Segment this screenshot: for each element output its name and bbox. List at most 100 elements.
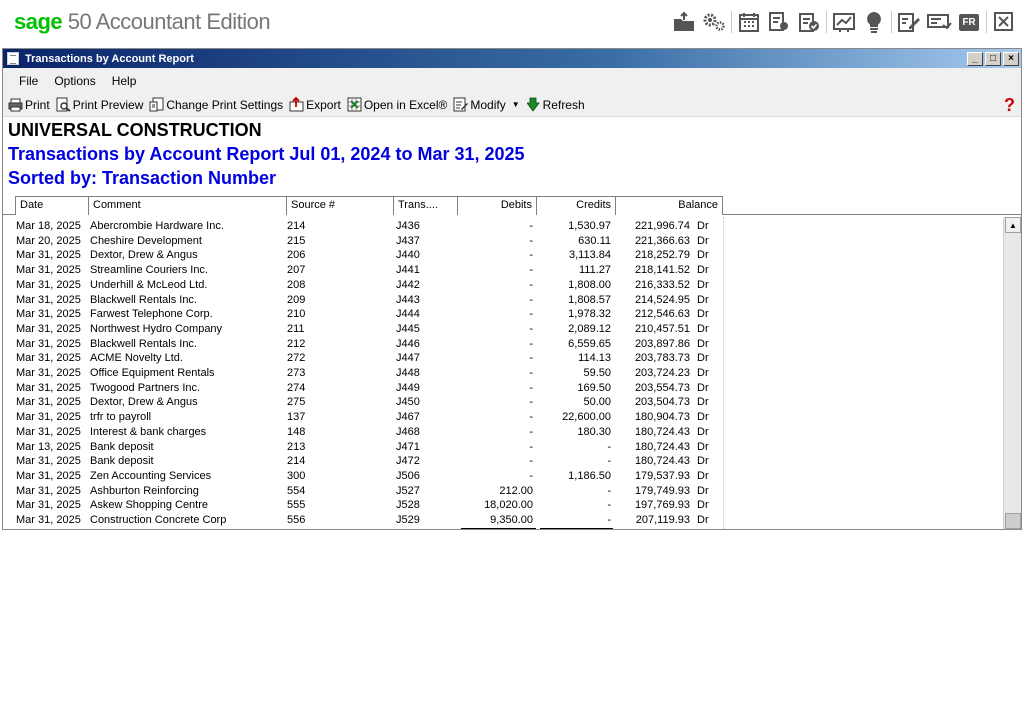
table-row[interactable]: Mar 13, 2025 Bank deposit 213 J471 - - 180,724… — [3, 440, 1001, 455]
cell-balance: 214,524.95 — [634, 293, 690, 306]
table-row[interactable]: Mar 31, 2025 trfr to payroll 137 J467 - 22,60… — [3, 410, 1001, 425]
check-icon[interactable] — [924, 8, 954, 36]
cell-comment: Farwest Telephone Corp. — [90, 308, 213, 321]
cell-comment: Bank deposit — [90, 455, 154, 468]
table-row[interactable]: Mar 31, 2025 Ashburton Reinforcing 554 J527… — [3, 484, 1001, 499]
report-sort: Sorted by: Transaction Number — [8, 168, 277, 188]
cell-balance: 180,724.43 — [634, 440, 690, 453]
chevron-down-icon[interactable]: ▼ — [512, 100, 520, 109]
modify-button[interactable]: Modify ▼ — [450, 97, 522, 112]
column-header-comment[interactable]: Comment — [88, 196, 287, 215]
cell-credits: - — [607, 499, 611, 512]
menu-options[interactable]: Options — [46, 74, 103, 88]
refresh-button[interactable]: Refresh — [523, 97, 588, 112]
cell-credits: 22,600.00 — [562, 411, 611, 424]
cell-credits: 180.30 — [577, 425, 611, 438]
cell-dr-cr: Dr — [697, 234, 709, 247]
menu-file[interactable]: File — [11, 74, 46, 88]
print-settings-icon — [149, 97, 164, 112]
cell-balance: 212,546.63 — [634, 308, 690, 321]
cell-date: Mar 31, 2025 — [16, 308, 81, 321]
cell-date: Mar 31, 2025 — [16, 278, 81, 291]
minimize-button[interactable]: _ — [967, 51, 983, 66]
gears-icon[interactable] — [699, 8, 729, 36]
cell-date: Mar 31, 2025 — [16, 367, 81, 379]
table-row[interactable]: Mar 31, 2025 Farwest Telephone Corp. 210 J4… — [3, 307, 1001, 322]
cell-source: 214 — [287, 455, 306, 468]
cell-dr-cr: Dr — [697, 308, 709, 321]
table-row[interactable]: Mar 31, 2025 Streamline Couriers Inc. 207 J… — [3, 263, 1001, 278]
cell-comment: Streamline Couriers Inc. — [90, 264, 208, 277]
cell-dr-cr: Dr — [697, 264, 709, 277]
table-row[interactable]: Mar 31, 2025 Blackwell Rentals Inc. 212 J44… — [3, 337, 1001, 352]
cell-trans: J436 — [396, 220, 420, 232]
cell-trans: J528 — [396, 499, 420, 512]
column-header-balance[interactable]: Balance — [615, 196, 723, 215]
table-row[interactable]: Mar 31, 2025 Zen Accounting Services 300 J5… — [3, 469, 1001, 484]
change-print-settings-button[interactable]: Change Print Settings — [146, 97, 286, 112]
cell-source: 556 — [287, 514, 306, 526]
close-button[interactable]: × — [1003, 51, 1019, 66]
cell-debits: - — [529, 220, 533, 232]
vertical-scrollbar[interactable]: ▲ — [1003, 217, 1021, 529]
table-row[interactable]: Mar 31, 2025 Interest & bank charges 148 J4… — [3, 425, 1001, 440]
cell-balance: 180,724.43 — [634, 425, 690, 438]
table-row[interactable]: Mar 31, 2025 Northwest Hydro Company 211 J4… — [3, 322, 1001, 337]
print-preview-button[interactable]: Print Preview — [53, 97, 147, 112]
cell-trans: J446 — [396, 337, 420, 350]
lightbulb-icon[interactable] — [859, 8, 889, 36]
cell-dr-cr: Dr — [697, 352, 709, 365]
table-row[interactable]: Mar 31, 2025 Dextor, Drew & Angus 275 J450 -… — [3, 395, 1001, 410]
cell-dr-cr: Dr — [697, 455, 709, 468]
cell-trans: J441 — [396, 264, 420, 277]
language-button[interactable]: FR — [954, 8, 984, 36]
cell-dr-cr: Dr — [697, 220, 709, 232]
cell-date: Mar 31, 2025 — [16, 322, 81, 335]
table-row[interactable]: Mar 31, 2025 Dextor, Drew & Angus 206 J440 -… — [3, 248, 1001, 263]
column-header-debits[interactable]: Debits — [457, 196, 537, 215]
print-button[interactable]: Print — [5, 97, 53, 112]
cell-balance: 203,554.73 — [634, 381, 690, 394]
table-row[interactable]: Mar 18, 2025 Abercrombie Hardware Inc. 214… — [3, 219, 1001, 234]
open-in-excel-label: Open in Excel® — [363, 97, 448, 112]
table-row[interactable]: Mar 31, 2025 Bank deposit 214 J472 - - 180,724… — [3, 454, 1001, 469]
table-row[interactable]: Mar 31, 2025 Blackwell Rentals Inc. 209 J44… — [3, 293, 1001, 308]
table-row[interactable]: Mar 20, 2025 Cheshire Development 215 J437 -… — [3, 234, 1001, 249]
export-button[interactable]: Export — [286, 97, 344, 112]
export-label: Export — [306, 97, 341, 112]
pen-document-icon[interactable] — [894, 8, 924, 36]
modify-label: Modify — [470, 97, 506, 112]
table-row[interactable]: Mar 31, 2025 Twogood Partners Inc. 274 J449… — [3, 381, 1001, 396]
help-question-icon[interactable]: ? — [1004, 95, 1015, 115]
cell-source: 275 — [287, 396, 306, 409]
cell-debits: - — [529, 425, 533, 438]
open-in-excel-button[interactable]: Open in Excel® — [344, 97, 451, 112]
column-header-date[interactable]: Date — [15, 196, 89, 215]
folder-arrow-icon[interactable] — [669, 8, 699, 36]
scrollbar-thumb[interactable] — [1005, 513, 1021, 529]
scroll-up-arrow-icon[interactable]: ▲ — [1005, 217, 1021, 233]
table-row[interactable]: Mar 31, 2025 Office Equipment Rentals 273 J… — [3, 366, 1001, 381]
cell-credits: 1,808.00 — [568, 278, 611, 291]
calendar-icon[interactable] — [734, 8, 764, 36]
cell-credits: - — [607, 484, 611, 497]
report-heading: UNIVERSAL CONSTRUCTION Transactions by A… — [3, 117, 1021, 192]
column-header-source[interactable]: Source # — [286, 196, 394, 215]
exit-icon[interactable] — [989, 8, 1019, 36]
cell-source: 208 — [287, 278, 306, 291]
maximize-button[interactable]: □ — [985, 51, 1001, 66]
table-row[interactable]: Mar 31, 2025 Underhill & McLeod Ltd. 208 J4… — [3, 278, 1001, 293]
table-row[interactable]: Mar 31, 2025 Askew Shopping Centre 555 J528… — [3, 498, 1001, 513]
column-header-credits[interactable]: Credits — [536, 196, 616, 215]
modify-icon — [453, 97, 469, 112]
cell-comment: Dextor, Drew & Angus — [90, 396, 198, 409]
window-titlebar[interactable]: Transactions by Account Report _ □ × — [3, 49, 1021, 68]
column-header-trans[interactable]: Trans.... — [393, 196, 458, 215]
menu-help[interactable]: Help — [104, 74, 145, 88]
clipboard-check-icon[interactable] — [794, 8, 824, 36]
table-row[interactable]: Mar 31, 2025 Construction Concrete Corp 55… — [3, 513, 1001, 528]
cell-comment: Construction Concrete Corp — [90, 514, 227, 526]
gear-document-icon[interactable] — [764, 8, 794, 36]
chart-icon[interactable] — [829, 8, 859, 36]
table-row[interactable]: Mar 31, 2025 ACME Novelty Ltd. 272 J447 - 114… — [3, 351, 1001, 366]
